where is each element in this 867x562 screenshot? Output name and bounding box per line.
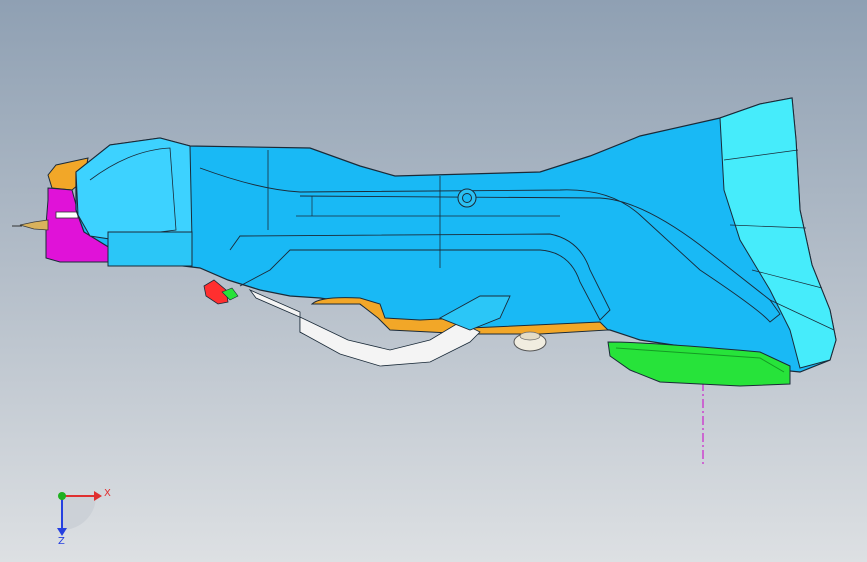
nose-pin <box>19 219 49 231</box>
front-lower-block <box>107 231 193 267</box>
underside-button-top <box>519 331 541 341</box>
triad-plane-shade <box>62 496 96 530</box>
triad-z-arrow <box>57 528 67 536</box>
cad-viewport[interactable] <box>0 0 867 562</box>
nose-slot <box>55 211 79 219</box>
triad-x-arrow <box>94 491 102 501</box>
coordinate-triad: X Z <box>44 480 124 550</box>
triad-z-label: Z <box>58 536 65 547</box>
screw-boss-inner <box>462 193 472 203</box>
front-hood <box>75 137 193 243</box>
triad-x-label: X <box>104 488 111 499</box>
triad-y-axis <box>58 492 66 500</box>
